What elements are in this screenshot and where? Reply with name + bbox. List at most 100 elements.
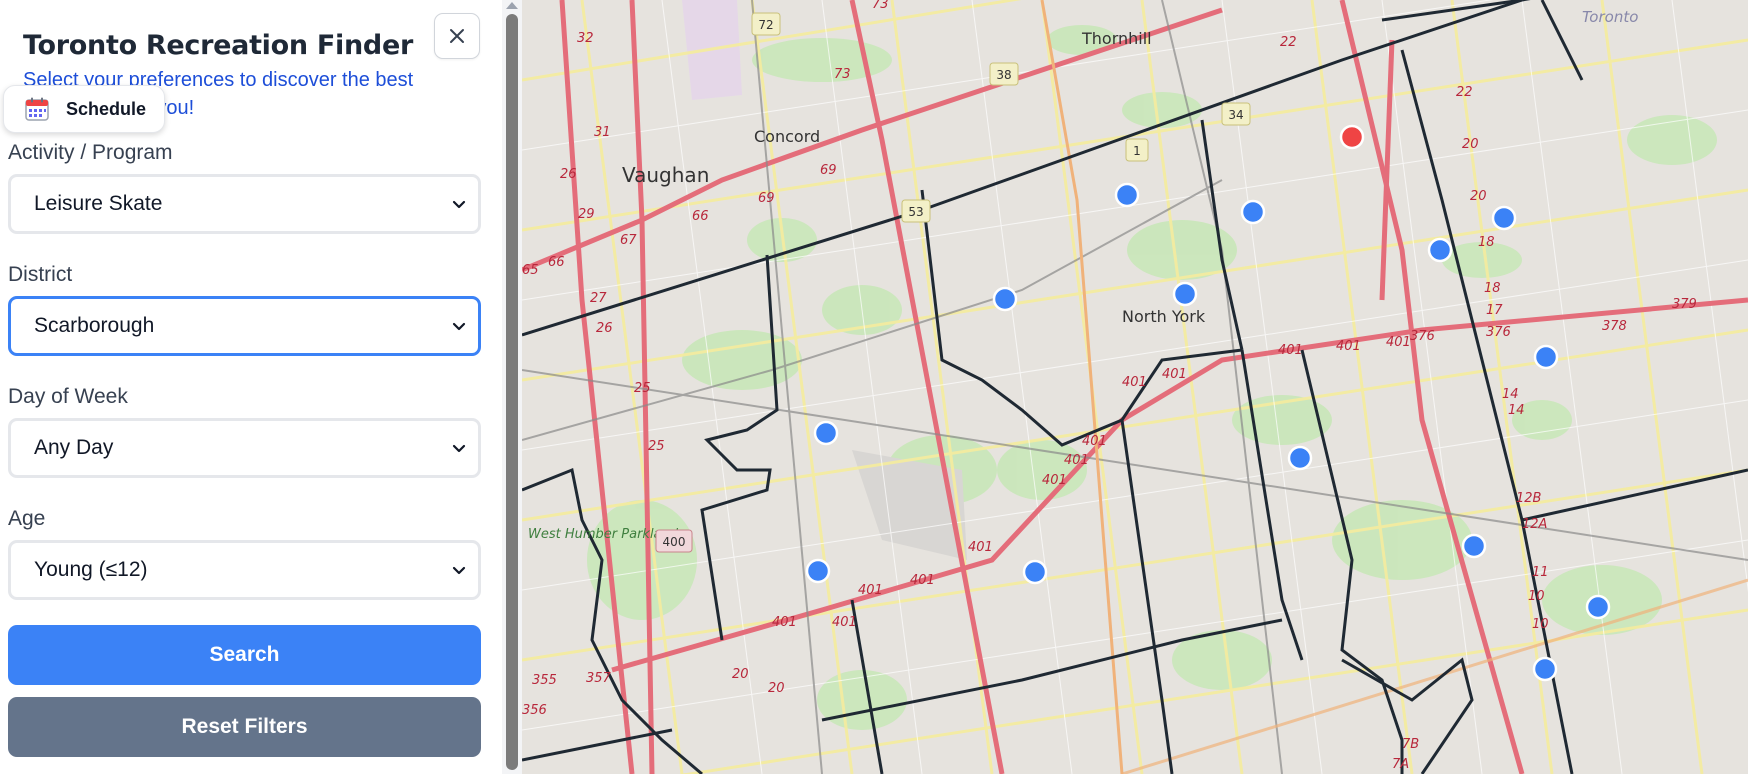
shield-400: 400 [655,529,693,553]
svg-text:376: 376 [1486,325,1511,340]
svg-text:376: 376 [1410,329,1435,344]
activity-label: Activity / Program [8,141,173,164]
svg-text:73: 73 [872,0,889,12]
svg-text:401: 401 [832,615,857,630]
svg-text:26: 26 [596,321,613,336]
svg-text:401: 401 [1278,343,1303,358]
chevron-down-icon [452,200,466,209]
svg-text:401: 401 [910,573,935,588]
map-view[interactable]: Thornhill Concord Vaughan North York Wes… [522,0,1748,774]
chevron-down-icon [452,566,466,575]
activity-select[interactable]: Leisure Skate [8,174,481,234]
day-of-week-select[interactable]: Any Day [8,418,481,478]
map-marker[interactable] [813,420,839,446]
chevron-down-icon [452,322,466,331]
svg-text:10: 10 [1532,617,1549,632]
scroll-up-icon[interactable] [506,2,518,9]
age-label: Age [8,507,46,530]
svg-text:355: 355 [532,673,557,688]
map-marker[interactable] [992,286,1018,312]
search-button[interactable]: Search [8,625,481,685]
map-label-toronto: Toronto [1582,8,1638,26]
map-marker[interactable] [805,558,831,584]
map-marker[interactable] [1022,559,1048,585]
svg-text:401: 401 [858,583,883,598]
svg-text:65: 65 [522,263,539,278]
svg-text:67: 67 [620,233,637,248]
map-marker[interactable] [1287,445,1313,471]
map-marker[interactable] [1427,237,1453,263]
svg-text:401: 401 [1162,367,1187,382]
svg-text:34: 34 [1228,108,1243,122]
svg-text:356: 356 [522,703,547,718]
svg-text:401: 401 [1082,434,1107,449]
age-select[interactable]: Young (≤12) [8,540,481,600]
map-marker[interactable] [1585,594,1611,620]
svg-text:72: 72 [758,18,773,32]
reset-filters-button[interactable]: Reset Filters [8,697,481,757]
svg-text:400: 400 [663,535,686,549]
svg-text:401: 401 [1064,453,1089,468]
district-label: District [8,263,73,286]
map-canvas[interactable]: Thornhill Concord Vaughan North York Wes… [522,0,1748,774]
sidebar-scrollbar[interactable] [502,0,522,774]
chevron-down-icon [452,444,466,453]
svg-text:32: 32 [577,31,594,46]
schedule-button[interactable]: Schedule [3,85,165,133]
svg-text:357: 357 [586,671,612,686]
svg-text:11: 11 [1532,565,1549,580]
svg-text:7A: 7A [1392,757,1409,772]
map-marker[interactable] [1491,205,1517,231]
map-marker[interactable] [1114,182,1140,208]
svg-text:22: 22 [1456,85,1473,100]
shield-1: 1 [1125,138,1149,162]
scrollbar-thumb[interactable] [506,14,518,770]
svg-text:401: 401 [1386,335,1411,350]
svg-text:20: 20 [732,667,749,682]
svg-text:401: 401 [968,540,993,555]
map-marker[interactable] [1532,656,1558,682]
shield-72: 72 [751,12,781,36]
svg-text:401: 401 [1336,339,1361,354]
district-select[interactable]: Scarborough [8,296,481,356]
close-icon [450,29,464,43]
svg-text:22: 22 [1280,35,1297,50]
svg-text:20: 20 [1470,189,1487,204]
map-label-vaughan: Vaughan [622,163,709,187]
calendar-icon [25,97,49,121]
map-marker[interactable] [1461,533,1487,559]
svg-text:379: 379 [1672,297,1697,312]
sidebar: Toronto Recreation Finder Select your pr… [0,0,522,774]
svg-text:53: 53 [908,205,923,219]
shield-53: 53 [901,199,931,223]
sidebar-content: Toronto Recreation Finder Select your pr… [0,0,500,774]
map-label-concord: Concord [754,127,820,146]
svg-text:20: 20 [768,681,785,696]
svg-text:7B: 7B [1402,737,1419,752]
svg-text:12B: 12B [1516,491,1542,506]
svg-text:69: 69 [820,163,837,178]
svg-text:26: 26 [560,167,577,182]
schedule-button-label: Schedule [66,98,147,119]
map-label-north-york: North York [1122,307,1206,326]
svg-text:401: 401 [1122,375,1147,390]
svg-text:18: 18 [1484,281,1501,296]
svg-text:73: 73 [834,67,851,82]
close-sidebar-button[interactable] [434,13,480,59]
svg-text:27: 27 [590,291,607,306]
svg-text:18: 18 [1478,235,1495,250]
svg-text:401: 401 [772,615,797,630]
svg-text:10: 10 [1528,589,1545,604]
svg-text:38: 38 [996,68,1011,82]
svg-text:401: 401 [1042,473,1067,488]
svg-text:1: 1 [1133,144,1141,158]
district-select-value: Scarborough [34,314,155,337]
svg-text:25: 25 [634,381,651,396]
page-title: Toronto Recreation Finder [23,30,413,61]
map-marker-selected[interactable] [1339,124,1365,150]
map-marker[interactable] [1172,281,1198,307]
map-marker[interactable] [1533,344,1559,370]
svg-text:25: 25 [648,439,665,454]
map-marker[interactable] [1240,199,1266,225]
svg-text:66: 66 [692,209,709,224]
